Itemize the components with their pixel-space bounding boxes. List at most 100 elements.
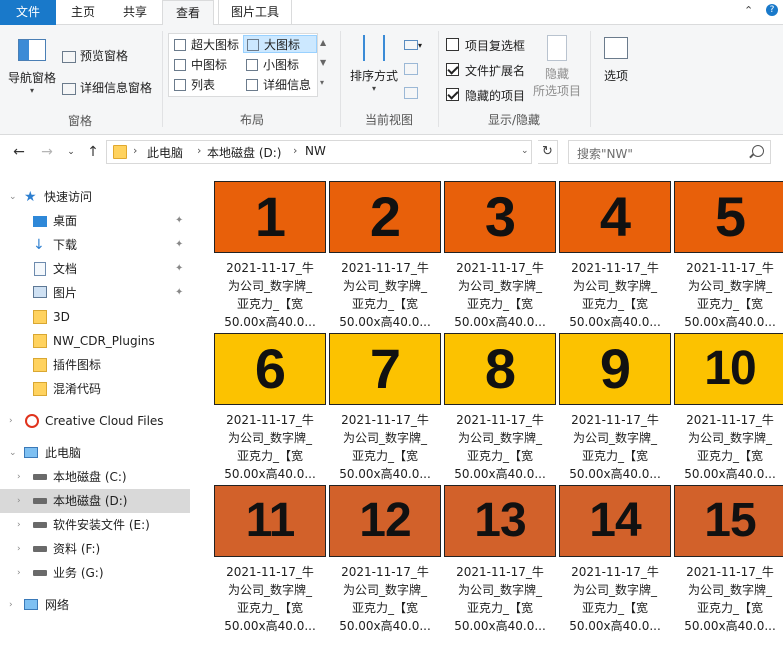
- file-thumbnail: 11: [214, 485, 326, 557]
- sort-by-button[interactable]: 排序方式 ▾: [346, 35, 402, 93]
- file-name-line: 50.00x高40.0...: [224, 619, 316, 633]
- file-name-line: 亚克力_【宽: [236, 449, 303, 463]
- sidebar-item-drive-c[interactable]: › 本地磁盘 (C:): [0, 465, 190, 489]
- expand-gallery-icon[interactable]: ▾: [320, 73, 330, 93]
- pin-icon[interactable]: ✦: [175, 281, 183, 305]
- thumbnail-number: 2: [369, 185, 401, 248]
- tab-view[interactable]: 查看: [162, 0, 214, 26]
- layout-gallery: 超大图标 大图标 中图标 小图标 列表 详细信息: [168, 33, 318, 97]
- sidebar-item-pictures[interactable]: 图片 ✦: [0, 281, 190, 305]
- file-extensions-label[interactable]: 文件扩展名: [465, 62, 525, 79]
- breadcrumb-nw[interactable]: NW: [305, 144, 326, 158]
- tab-file[interactable]: 文件: [0, 0, 56, 25]
- scroll-up-icon[interactable]: ▲: [320, 33, 330, 53]
- file-name-line: 2021-11-17_牛: [571, 413, 659, 427]
- add-columns-icon: [404, 62, 418, 75]
- file-name-line: 亚克力_【宽: [581, 449, 648, 463]
- chevron-up-icon[interactable]: ⌃: [744, 4, 753, 17]
- sidebar-label: 本地磁盘 (D:): [53, 494, 128, 508]
- file-name-line: 为公司_数字牌_: [227, 279, 312, 293]
- sidebar-item-drive-f[interactable]: › 资料 (F:): [0, 537, 190, 561]
- file-name-line: 2021-11-17_牛: [686, 261, 774, 275]
- recent-locations-icon[interactable]: ⌄: [62, 143, 80, 161]
- file-thumbnail: 1: [214, 181, 326, 253]
- tab-picture-tools[interactable]: 图片工具: [218, 0, 292, 25]
- sidebar-item-this-pc[interactable]: ⌄ 此电脑: [0, 441, 190, 465]
- layout-medium-icons[interactable]: 中图标: [171, 56, 241, 74]
- breadcrumb-this-pc[interactable]: 此电脑: [147, 144, 183, 161]
- sidebar-label: 网络: [45, 598, 70, 612]
- details-pane-label: 详细信息窗格: [80, 81, 153, 95]
- layout-gallery-scroll[interactable]: ▲ ▼ ▾: [320, 33, 330, 97]
- sidebar-item-3d[interactable]: 3D: [0, 305, 190, 329]
- chevron-down-icon: ⌄: [9, 192, 17, 202]
- sidebar-item-drive-g[interactable]: › 业务 (G:): [0, 561, 190, 585]
- size-columns-icon: [404, 86, 418, 99]
- tab-home[interactable]: 主页: [58, 0, 108, 25]
- layout-extra-large-icons[interactable]: 超大图标: [171, 36, 241, 54]
- search-icon: [752, 145, 764, 157]
- sidebar-item-nw-cdr-plugins[interactable]: NW_CDR_Plugins: [0, 329, 190, 353]
- chevron-right-icon: ›: [17, 568, 21, 578]
- file-thumbnail: 13: [444, 485, 556, 557]
- sidebar-item-drive-e[interactable]: › 软件安装文件 (E:): [0, 513, 190, 537]
- thumbnail-number: 1: [254, 185, 286, 248]
- file-extensions-checkbox[interactable]: [446, 63, 459, 76]
- pin-icon[interactable]: ✦: [175, 233, 183, 257]
- chevron-down-icon: ▾: [418, 41, 423, 50]
- sidebar-item-documents[interactable]: 文档 ✦: [0, 257, 190, 281]
- address-bar[interactable]: › 此电脑 › 本地磁盘 (D:) › NW ⌄: [106, 140, 532, 164]
- pin-icon[interactable]: ✦: [175, 257, 183, 281]
- hidden-items-label[interactable]: 隐藏的项目: [465, 87, 525, 104]
- sidebar-item-plugin-icons[interactable]: 插件图标: [0, 353, 190, 377]
- address-dropdown-icon[interactable]: ⌄: [521, 146, 529, 156]
- drive-icon: [33, 546, 47, 552]
- layout-details[interactable]: 详细信息: [243, 76, 317, 94]
- search-input[interactable]: 搜索"NW": [568, 140, 771, 164]
- scroll-down-icon[interactable]: ▼: [320, 53, 330, 73]
- sidebar-item-quick-access[interactable]: ⌄ ★ 快速访问: [0, 185, 190, 209]
- breadcrumb-drive-d[interactable]: 本地磁盘 (D:): [207, 144, 281, 161]
- size-columns-button[interactable]: [404, 85, 418, 99]
- pin-icon[interactable]: ✦: [175, 209, 183, 233]
- refresh-icon[interactable]: ↻: [538, 140, 558, 164]
- sidebar-label: 文档: [53, 262, 78, 276]
- item-checkboxes-checkbox[interactable]: [446, 38, 459, 51]
- sidebar-item-downloads[interactable]: ↓ 下载 ✦: [0, 233, 190, 257]
- group-divider: [162, 31, 163, 127]
- file-name: 2021-11-17_牛 为公司_数字牌_ 亚克力_【宽 50.00x高40.0...: [208, 259, 332, 331]
- hidden-items-checkbox[interactable]: [446, 88, 459, 101]
- preview-pane-button[interactable]: 预览窗格: [62, 47, 128, 64]
- sidebar-item-creative-cloud[interactable]: › Creative Cloud Files: [0, 409, 190, 433]
- up-arrow-icon[interactable]: ↑: [84, 143, 102, 161]
- options-label: 选项: [603, 69, 628, 83]
- file-name: 2021-11-17_牛 为公司_数字牌_ 亚克力_【宽 50.00x高40.0...: [553, 563, 677, 635]
- help-icon[interactable]: ?: [766, 4, 778, 16]
- sidebar-label: 下载: [53, 238, 78, 252]
- options-button[interactable]: 选项: [598, 37, 634, 84]
- add-columns-button[interactable]: [404, 61, 418, 75]
- layout-list[interactable]: 列表: [171, 76, 241, 94]
- hide-selected-button[interactable]: 隐藏 所选项目: [532, 35, 582, 99]
- details-pane-button[interactable]: 详细信息窗格: [62, 79, 152, 96]
- chevron-right-icon: ›: [9, 416, 13, 426]
- back-arrow-icon[interactable]: ←: [10, 143, 28, 161]
- forward-arrow-icon[interactable]: →: [38, 143, 56, 161]
- file-thumbnail: 2: [329, 181, 441, 253]
- nav-pane-button[interactable]: 导航窗格 ▾: [6, 39, 58, 95]
- sidebar-item-obfuscate[interactable]: 混淆代码: [0, 377, 190, 401]
- layout-small-icons[interactable]: 小图标: [243, 56, 317, 74]
- file-name: 2021-11-17_牛 为公司_数字牌_ 亚克力_【宽 50.00x高40.0...: [438, 259, 562, 331]
- file-name: 2021-11-17_牛 为公司_数字牌_ 亚克力_【宽 50.00x高40.0...: [323, 411, 447, 483]
- sidebar-label: Creative Cloud Files: [45, 414, 164, 428]
- layout-large-icons[interactable]: 大图标: [243, 35, 317, 53]
- file-name: 2021-11-17_牛 为公司_数字牌_ 亚克力_【宽 50.00x高40.0...: [208, 411, 332, 483]
- sidebar-item-drive-d[interactable]: › 本地磁盘 (D:): [0, 489, 190, 513]
- item-checkboxes-label[interactable]: 项目复选框: [465, 37, 525, 54]
- sidebar-item-desktop[interactable]: 桌面 ✦: [0, 209, 190, 233]
- file-name-line: 2021-11-17_牛: [686, 413, 774, 427]
- group-by-button[interactable]: ▾: [404, 37, 422, 51]
- sidebar-item-network[interactable]: › 网络: [0, 593, 190, 617]
- file-name-line: 亚克力_【宽: [581, 297, 648, 311]
- tab-share[interactable]: 共享: [110, 0, 160, 25]
